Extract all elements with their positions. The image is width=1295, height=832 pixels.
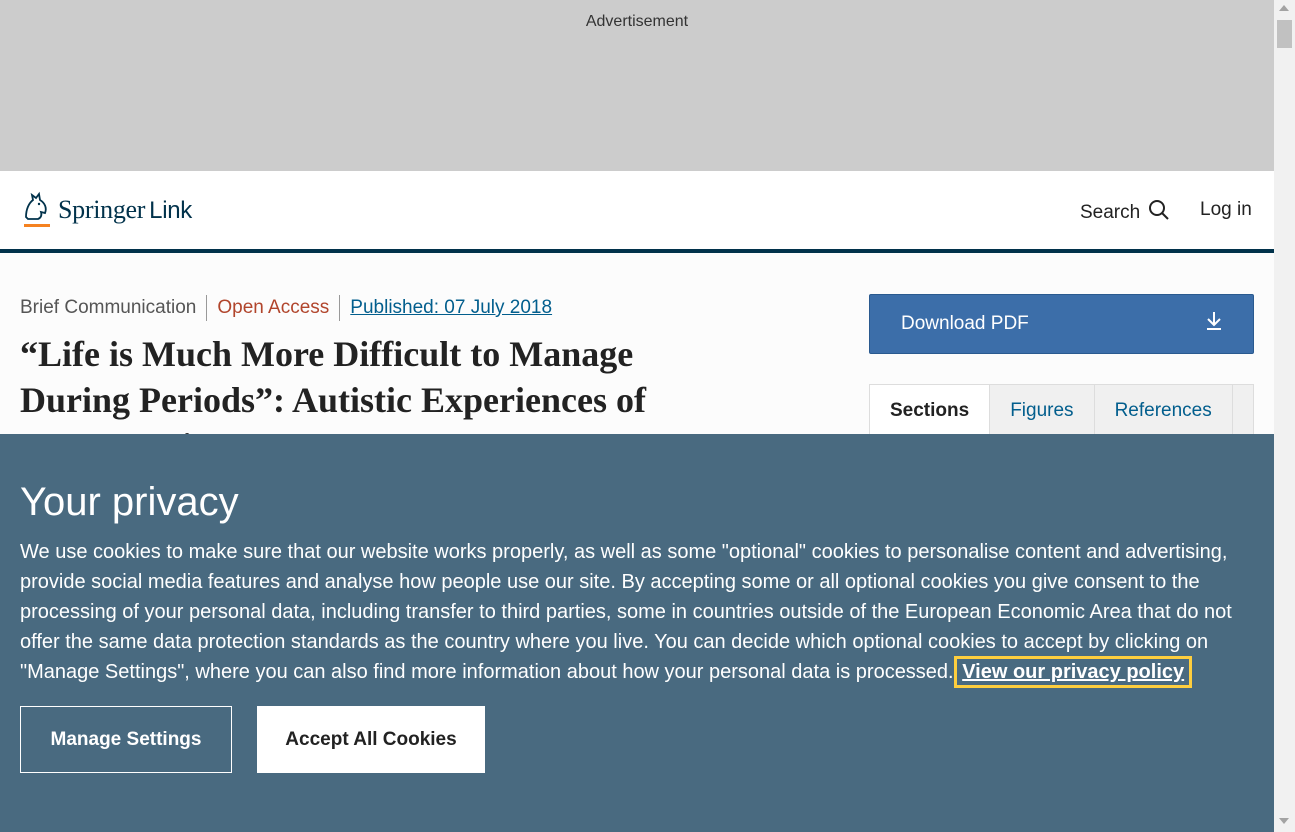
- article-meta: Brief Communication Open Access Publishe…: [20, 295, 562, 321]
- search-label: Search: [1080, 202, 1141, 223]
- springer-link-logo[interactable]: Springer Link: [20, 191, 192, 229]
- advertisement-banner: Advertisement: [0, 0, 1274, 171]
- download-pdf-label: Download PDF: [901, 313, 1029, 334]
- logo-suffix-text: Link: [149, 197, 192, 224]
- download-pdf-button[interactable]: Download PDF: [869, 294, 1254, 354]
- privacy-policy-link[interactable]: View our privacy policy: [954, 656, 1193, 688]
- published-date-link[interactable]: Published: 07 July 2018: [340, 295, 562, 321]
- article-type: Brief Communication: [20, 295, 208, 321]
- login-link[interactable]: Log in: [1200, 199, 1252, 221]
- scrollbar-thumb[interactable]: [1277, 20, 1292, 48]
- logo-brand-text: Springer: [58, 195, 146, 224]
- site-header: Springer Link Search Log in: [0, 171, 1274, 253]
- accept-all-cookies-button[interactable]: Accept All Cookies: [257, 706, 485, 773]
- open-access-badge: Open Access: [207, 295, 341, 321]
- search-icon: [1148, 199, 1170, 227]
- advertisement-label: Advertisement: [585, 13, 689, 30]
- download-icon: [1205, 311, 1223, 337]
- vertical-scrollbar[interactable]: [1274, 0, 1295, 832]
- scroll-down-arrow-icon[interactable]: [1279, 818, 1289, 824]
- springer-horse-icon: [20, 191, 52, 229]
- scroll-up-arrow-icon[interactable]: [1279, 5, 1289, 11]
- cookie-description: We use cookies to make sure that our web…: [20, 537, 1260, 688]
- cookie-consent-banner: Your privacy We use cookies to make sure…: [0, 434, 1274, 832]
- header-search-button[interactable]: Search: [1080, 199, 1170, 227]
- manage-settings-button[interactable]: Manage Settings: [20, 706, 232, 773]
- cookie-heading: Your privacy: [20, 480, 239, 524]
